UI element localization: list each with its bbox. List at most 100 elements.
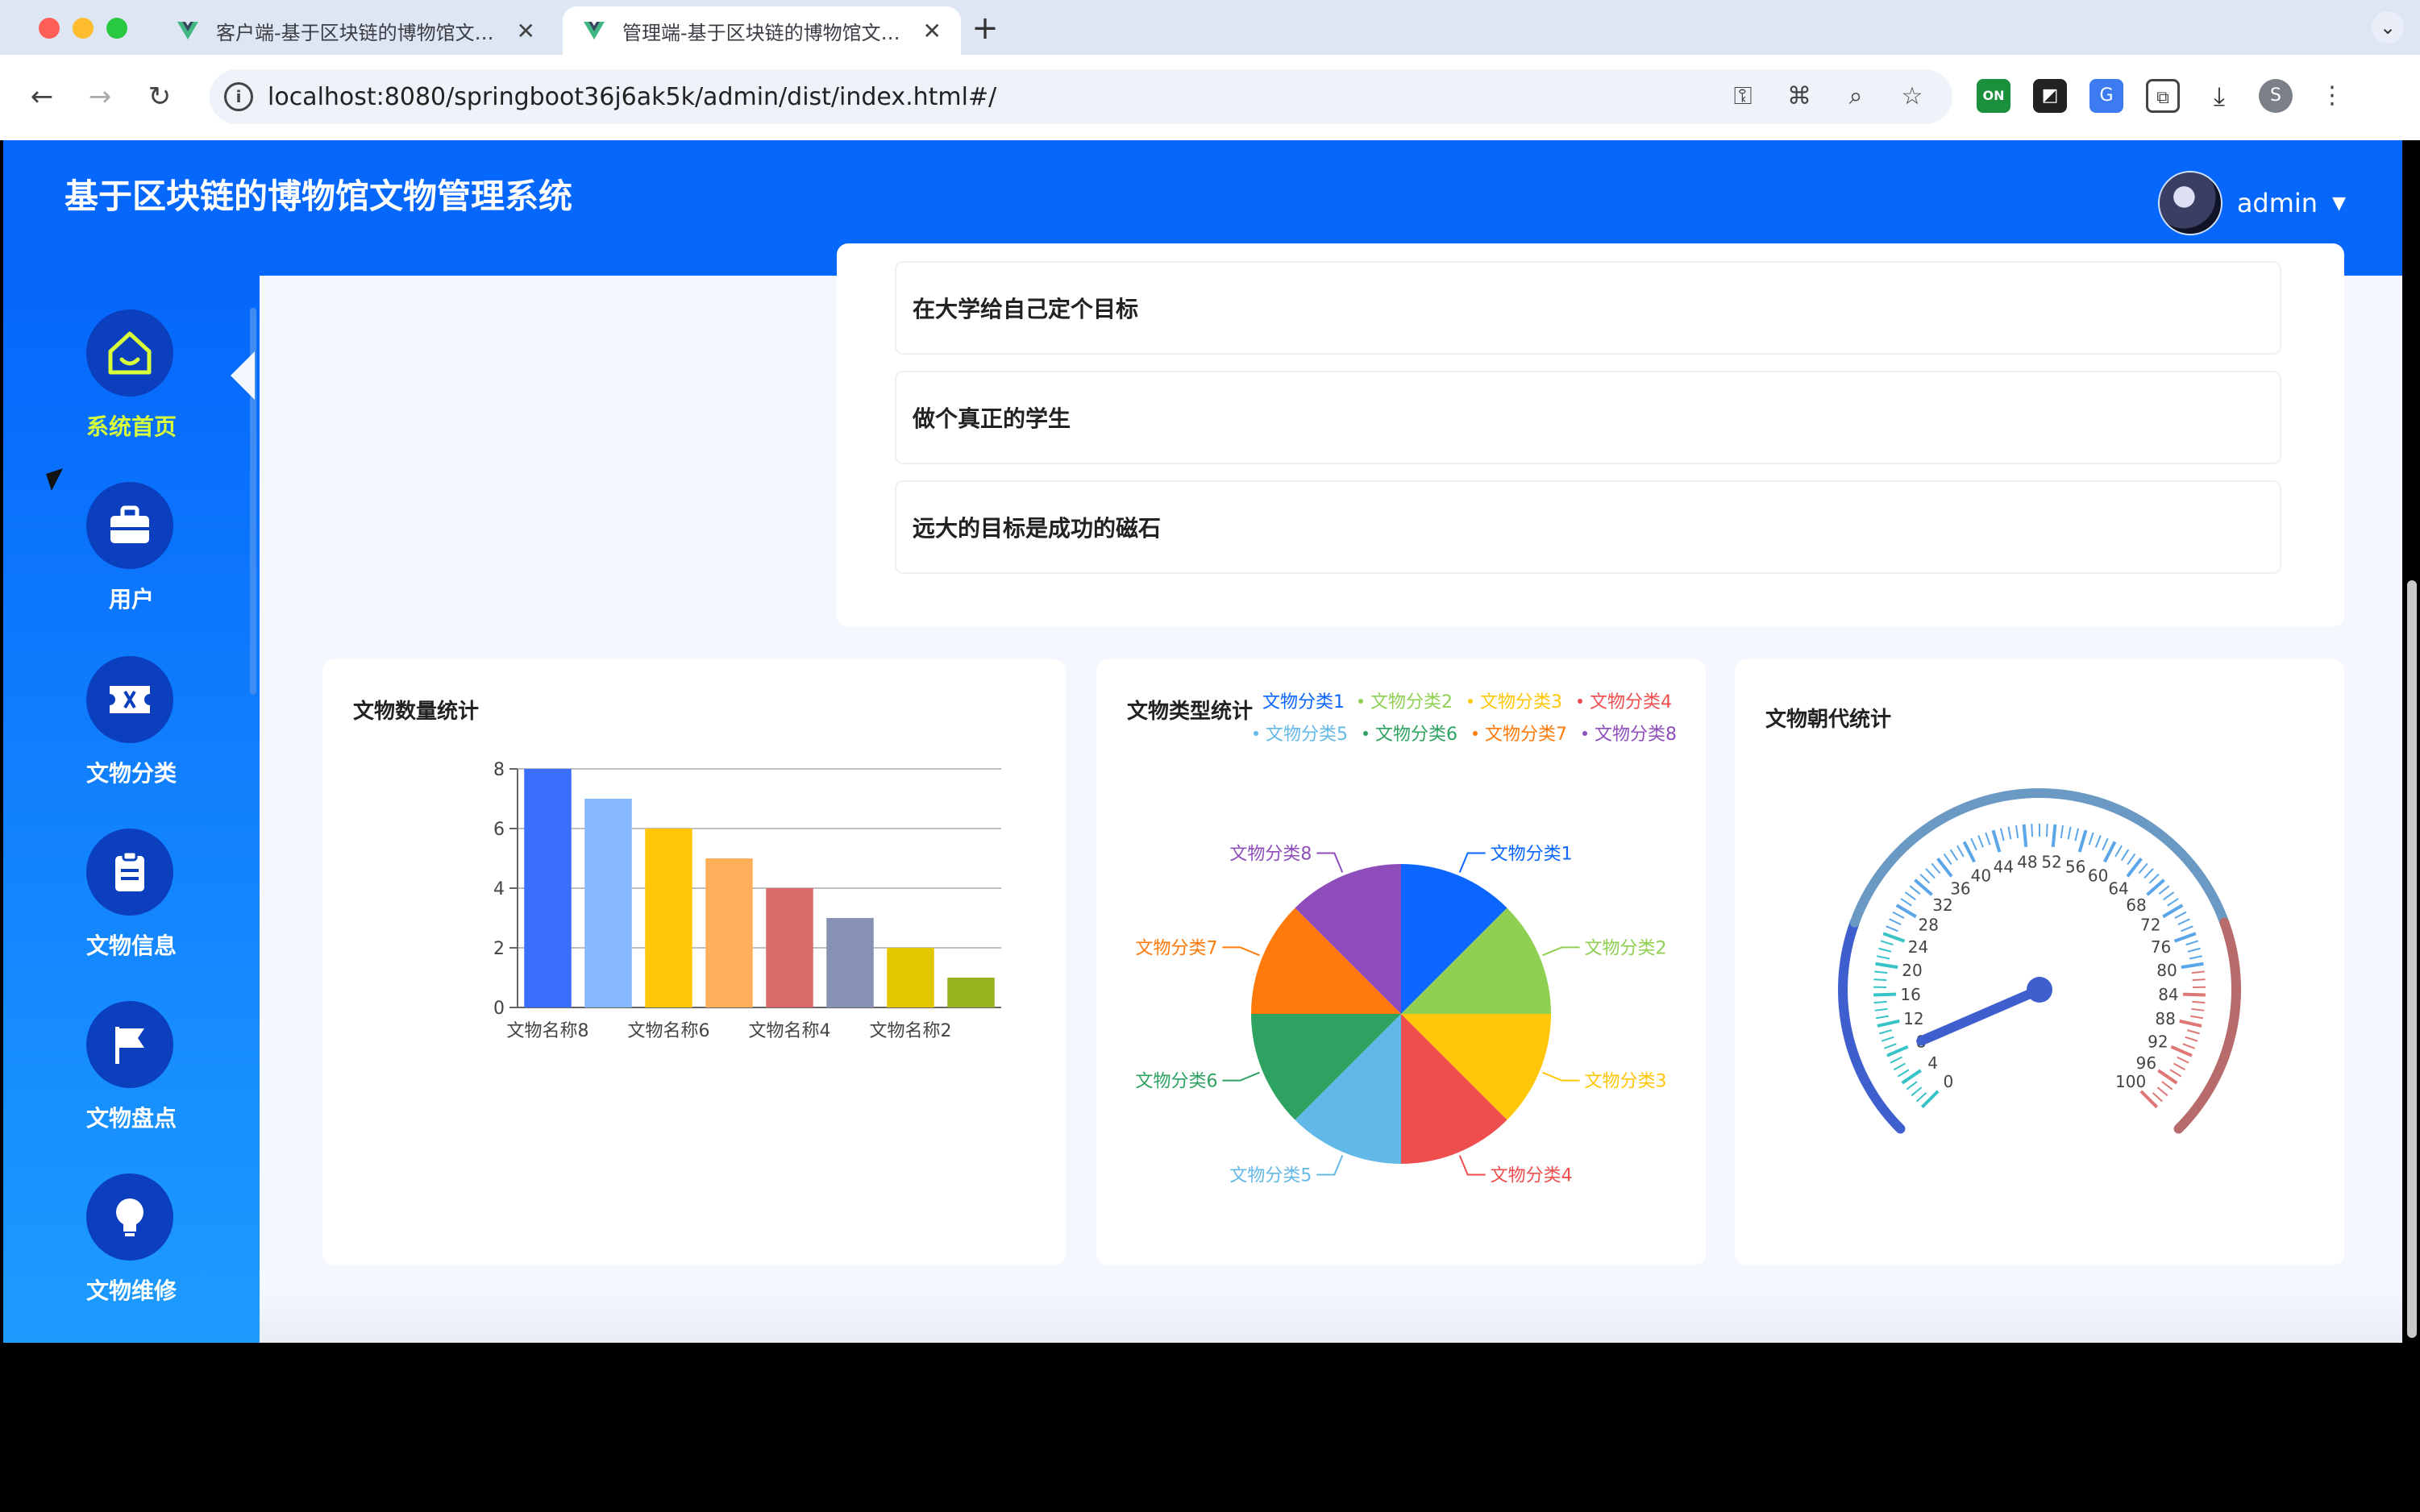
gauge-tick-label: 4 [1927, 1053, 1938, 1073]
news-item[interactable]: 远大的目标是成功的磁石 [895, 480, 2281, 574]
gauge-tick [2127, 853, 2136, 866]
legend-item: 文物分类2 [1370, 692, 1453, 712]
caret-down-icon[interactable]: ▼ [2332, 193, 2346, 214]
gauge-tick [2045, 824, 2048, 837]
translate-icon[interactable]: ⌘ [1783, 81, 1815, 113]
page-scrollbar[interactable] [2407, 580, 2417, 1338]
gauge-tick [1874, 970, 1888, 974]
gauge-tick-label: 44 [1994, 857, 2014, 876]
gauge-tick-label: 60 [2088, 866, 2108, 885]
gauge-tick [2189, 1015, 2204, 1020]
user-name[interactable]: admin [2237, 188, 2318, 218]
gauge-tick [2031, 824, 2034, 837]
legend-marker [1363, 731, 1368, 736]
news-card: 在大学给自己定个目标 做个真正的学生 远大的目标是成功的磁石 [837, 243, 2344, 627]
gauge-tick [2181, 962, 2204, 970]
extensions-puzzle-icon[interactable]: ⧉ [2146, 79, 2180, 113]
pie-slice-label: 文物分类3 [1585, 1072, 1667, 1092]
google-translate-icon[interactable]: G [2089, 79, 2123, 113]
user-menu[interactable]: admin ▼ [2157, 171, 2346, 235]
gauge-chart-card: 文物朝代统计 048121620242832364044485256606468… [1735, 659, 2344, 1265]
sidebar-item-info[interactable]: 文物信息 [3, 829, 260, 990]
gauge-tick [1893, 1062, 1906, 1071]
tab-close-icon[interactable]: ✕ [923, 18, 942, 44]
browser-tab-client[interactable]: 客户端-基于区块链的博物馆文… ✕ [156, 6, 555, 55]
sidebar-item-inventory[interactable]: 文物盘点 [3, 1001, 260, 1162]
gauge-tick [2102, 837, 2109, 851]
gauge-tick [1925, 868, 1936, 879]
gauge-tick-label: 56 [2065, 857, 2085, 876]
avatar[interactable] [2157, 171, 2222, 235]
bar [766, 888, 813, 1007]
news-title[interactable]: 远大的目标是成功的磁石 [913, 511, 1161, 543]
gauge-tick [1985, 832, 1991, 845]
legend-item: 文物分类8 [1595, 725, 1677, 745]
gauge-tick [2177, 918, 2190, 926]
legend-item: 文物分类5 [1266, 725, 1348, 745]
gauge-tick [1977, 835, 1984, 848]
chevron-down-icon[interactable]: ⌄ [2372, 11, 2404, 44]
gauge-ring-segment [1849, 788, 2230, 928]
window-maximize-button[interactable] [106, 18, 127, 39]
tab-title: 客户端-基于区块链的博物馆文… [216, 21, 494, 44]
sidebar-item-label: 用户 [108, 586, 154, 613]
profile-avatar[interactable]: S [2259, 79, 2293, 113]
forward-icon[interactable]: → [82, 81, 118, 113]
active-indicator [231, 351, 255, 400]
news-item[interactable]: 在大学给自己定个目标 [895, 261, 2281, 355]
gauge-tick [1879, 1029, 1892, 1035]
more-menu-icon[interactable]: ⋮ [2315, 79, 2349, 113]
bar [826, 918, 874, 1007]
sidebar-item-home[interactable]: 系统首页 [3, 309, 260, 471]
sidebar-item-label: 文物信息 [85, 933, 177, 959]
key-icon[interactable]: ⚿ [1727, 81, 1759, 113]
sidebar-item-users[interactable]: 用户 [3, 482, 260, 643]
bulb-icon [86, 1173, 173, 1261]
sidebar-item-repair[interactable]: 文物维修 [3, 1173, 260, 1335]
reload-icon[interactable]: ↻ [142, 81, 177, 113]
gauge-tick-label: 88 [2155, 1009, 2175, 1028]
x-tick-label: 文物名称4 [749, 1021, 831, 1041]
gauge-tick-label: 96 [2136, 1053, 2156, 1073]
gauge-tick-label: 84 [2158, 985, 2178, 1004]
window-minimize-button[interactable] [73, 18, 94, 39]
address-bar[interactable]: i localhost:8080/springboot36j6ak5k/admi… [210, 69, 1952, 124]
gauge-tick [1873, 978, 1887, 982]
back-icon[interactable]: ← [24, 81, 60, 113]
url-text[interactable]: localhost:8080/springboot36j6ak5k/admin/… [268, 83, 996, 111]
legend-item: 文物分类1 [1262, 692, 1345, 712]
gauge-tick [1970, 837, 1977, 851]
star-icon[interactable]: ☆ [1896, 81, 1928, 113]
news-item[interactable]: 做个真正的学生 [895, 371, 2281, 464]
vue-logo-icon [584, 22, 605, 39]
browser-tab-admin[interactable]: 管理端-基于区块链的博物馆文… ✕ [563, 6, 961, 55]
gauge-tick [1874, 1007, 1888, 1011]
y-tick-label: 8 [493, 760, 505, 780]
new-tab-button[interactable]: + [967, 10, 1003, 47]
gauge-tick [1906, 1081, 1918, 1090]
x-tick-label: 文物名称8 [507, 1021, 589, 1041]
news-title[interactable]: 做个真正的学生 [913, 401, 1071, 434]
briefcase-icon [86, 482, 173, 569]
gauge-pointer [1916, 985, 2044, 1046]
gauge-tick [2120, 849, 2130, 862]
extension-chart-icon[interactable]: ◩ [2033, 79, 2067, 113]
sidebar-item-category[interactable]: 文物分类 [3, 656, 260, 817]
tab-close-icon[interactable]: ✕ [517, 18, 535, 44]
extension-on-icon[interactable]: ON [1977, 79, 2010, 113]
news-title[interactable]: 在大学给自己定个目标 [913, 292, 1138, 324]
gauge-tick [1877, 955, 1890, 960]
gauge-tick-label: 16 [1900, 985, 1920, 1004]
gauge-tick [1892, 911, 1905, 919]
site-info-icon[interactable]: i [224, 82, 253, 111]
window-close-button[interactable] [39, 18, 60, 39]
gauge-tick [2192, 978, 2206, 982]
gauge-pointer-hub [2027, 977, 2052, 1003]
pie-label-line [1316, 1155, 1344, 1176]
gauge-tick-label: 32 [1932, 895, 1952, 915]
pie-label-line [1542, 1071, 1580, 1082]
gauge-tick [2143, 868, 2154, 879]
download-icon[interactable]: ⤓ [2202, 79, 2236, 113]
legend-item: 文物分类3 [1480, 692, 1562, 712]
zoom-icon[interactable]: ⌕ [1840, 81, 1872, 113]
